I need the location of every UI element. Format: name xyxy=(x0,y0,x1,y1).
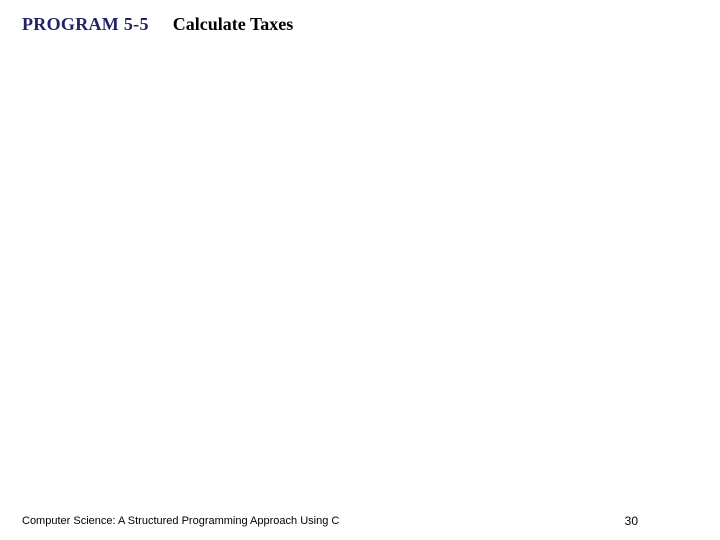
page-number: 30 xyxy=(625,514,638,528)
program-label: PROGRAM 5-5 xyxy=(22,14,149,35)
program-title: Calculate Taxes xyxy=(173,14,294,35)
slide-header: PROGRAM 5-5 Calculate Taxes xyxy=(22,14,293,35)
slide-footer: Computer Science: A Structured Programmi… xyxy=(0,514,720,528)
footer-book-title: Computer Science: A Structured Programmi… xyxy=(22,515,339,527)
